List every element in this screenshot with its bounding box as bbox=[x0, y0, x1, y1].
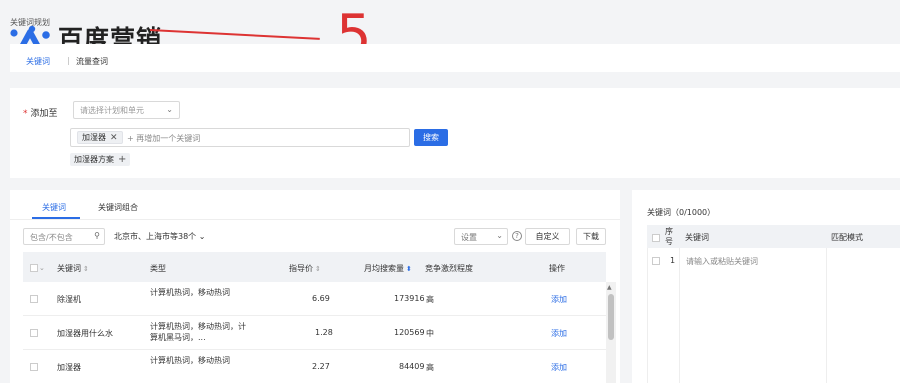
keyword-entry-row: 1 请输入或粘贴关键词 bbox=[647, 248, 900, 383]
row-add-link[interactable]: 添加 bbox=[551, 294, 567, 305]
plan-unit-select[interactable]: 请选择计划和单元 ⌄ bbox=[73, 101, 180, 119]
search-button[interactable]: 搜索 bbox=[414, 129, 448, 146]
row-competition: 中 bbox=[426, 329, 434, 338]
chevron-down-icon: ⌄ bbox=[166, 105, 173, 114]
column-type: 类型 bbox=[150, 264, 166, 273]
region-select[interactable]: 北京市、上海市等38个 ⌄ bbox=[114, 228, 205, 245]
row-type: 计算机热词，移动热词 bbox=[150, 356, 230, 365]
row-checkbox[interactable] bbox=[30, 362, 38, 371]
scroll-up-icon[interactable]: ▲ bbox=[607, 284, 612, 291]
column-competition: 竞争激烈程度 bbox=[425, 264, 473, 273]
add-to-section: * 添加至 请选择计划和单元 ⌄ 加湿器 ✕ + 再增加一个关键词 搜索 加湿器方… bbox=[10, 88, 900, 178]
selected-keywords-panel: 关键词（0/1000） 序号 关键词 匹配模式 1 请输入或粘贴关键词 bbox=[632, 190, 900, 383]
chevron-down-icon: ⌄ bbox=[496, 231, 503, 240]
filter-placeholder: 包含/不包含 bbox=[30, 233, 73, 242]
table-row: 加湿器 计算机热词，移动热词 2.27 84409 高 添加 bbox=[23, 350, 606, 383]
settings-select[interactable]: 设置 ⌄ bbox=[454, 228, 508, 245]
row-volume: 173916 bbox=[394, 294, 425, 303]
keyword-input[interactable]: 加湿器 ✕ + 再增加一个关键词 bbox=[70, 128, 410, 147]
row-add-link[interactable]: 添加 bbox=[551, 362, 567, 373]
download-button[interactable]: 下载 bbox=[576, 228, 606, 245]
keyword-add-placeholder: + 再增加一个关键词 bbox=[127, 134, 201, 143]
plan-chip-label: 加湿器方案 bbox=[74, 155, 114, 164]
plan-unit-placeholder: 请选择计划和单元 bbox=[80, 106, 144, 115]
row-price: 2.27 bbox=[312, 362, 330, 371]
close-icon[interactable]: ✕ bbox=[110, 133, 118, 143]
row-price: 1.28 bbox=[315, 328, 333, 337]
keyword-chip-label: 加湿器 bbox=[82, 133, 106, 142]
column-action: 操作 bbox=[549, 264, 565, 273]
tab-keyword-results[interactable]: 关键词 bbox=[42, 202, 66, 213]
row-volume: 120569 bbox=[394, 328, 425, 337]
search-icon[interactable]: ⚲ bbox=[94, 231, 100, 240]
row-keyword: 加湿器 bbox=[57, 363, 81, 372]
selected-keywords-title: 关键词（0/1000） bbox=[647, 208, 716, 217]
row-keyword: 加湿器用什么水 bbox=[57, 329, 113, 338]
settings-label: 设置 bbox=[461, 233, 477, 242]
keyword-paste-input[interactable]: 请输入或粘贴关键词 bbox=[686, 256, 758, 267]
tab-divider bbox=[10, 219, 620, 220]
keyword-chip: 加湿器 ✕ bbox=[77, 131, 123, 144]
top-tabs-bar: 关键词 流量查词 bbox=[10, 44, 900, 72]
column-match-mode: 匹配模式 bbox=[831, 233, 863, 242]
sort-icon: ⇕ bbox=[83, 265, 89, 273]
selected-keywords-header: 序号 关键词 匹配模式 bbox=[647, 225, 900, 248]
row-checkbox[interactable] bbox=[30, 294, 38, 303]
add-to-label: * 添加至 bbox=[23, 109, 58, 119]
table-row: 加湿器用什么水 计算机热词，移动热词，计算机黑马词，... 1.28 12056… bbox=[23, 316, 606, 350]
column-keyword: 关键词 bbox=[685, 233, 709, 242]
row-volume: 84409 bbox=[399, 362, 425, 371]
custom-button[interactable]: 自定义 bbox=[525, 228, 570, 245]
row-checkbox[interactable] bbox=[30, 328, 38, 337]
help-icon[interactable]: ? bbox=[512, 231, 522, 241]
row-price: 6.69 bbox=[312, 294, 330, 303]
column-index: 序号 bbox=[665, 227, 673, 246]
row-type: 计算机热词，移动热词 bbox=[150, 288, 230, 297]
row-competition: 高 bbox=[426, 295, 434, 304]
row-competition: 高 bbox=[426, 363, 434, 372]
plan-chip[interactable]: 加湿器方案 + bbox=[70, 153, 131, 166]
row-checkbox[interactable] bbox=[652, 256, 660, 265]
tab-separator bbox=[68, 57, 69, 65]
tab-traffic-query[interactable]: 流量查词 bbox=[76, 56, 108, 67]
tab-keyword-combination[interactable]: 关键词组合 bbox=[98, 202, 138, 213]
scroll-thumb[interactable] bbox=[608, 294, 614, 340]
include-exclude-filter[interactable]: 包含/不包含 ⚲ bbox=[23, 228, 105, 245]
sort-desc-icon: ⬍ bbox=[406, 265, 412, 273]
row-type: 计算机热词，移动热词，计算机黑马词，... bbox=[150, 322, 246, 342]
column-price[interactable]: 指导价 ⇕ bbox=[289, 263, 321, 274]
column-keyword[interactable]: 关键词 ⇕ bbox=[57, 263, 89, 274]
table-scrollbar[interactable]: ▲ bbox=[606, 282, 616, 383]
select-all-checkbox[interactable]: ⌄ bbox=[30, 263, 45, 272]
table-row: 除湿机 计算机热词，移动热词 6.69 173916 高 添加 bbox=[23, 282, 606, 316]
chevron-down-icon: ⌄ bbox=[198, 232, 206, 241]
row-keyword: 除湿机 bbox=[57, 295, 81, 304]
column-volume[interactable]: 月均搜索量 ⬍ bbox=[364, 263, 412, 274]
keyword-results-panel: 关键词 关键词组合 包含/不包含 ⚲ 北京市、上海市等38个 ⌄ 设置 ⌄ ? … bbox=[10, 190, 620, 383]
keyword-table-header: ⌄ 关键词 ⇕ 类型 指导价 ⇕ 月均搜索量 ⬍ 竞争激烈程度 操作 bbox=[23, 252, 606, 282]
row-add-link[interactable]: 添加 bbox=[551, 328, 567, 339]
select-all-checkbox[interactable] bbox=[652, 233, 660, 242]
tab-keyword[interactable]: 关键词 bbox=[26, 56, 50, 67]
region-label: 北京市、上海市等38个 bbox=[114, 232, 197, 241]
row-index: 1 bbox=[670, 256, 676, 265]
sort-icon: ⇕ bbox=[315, 265, 321, 273]
plus-icon[interactable]: + bbox=[118, 154, 126, 165]
